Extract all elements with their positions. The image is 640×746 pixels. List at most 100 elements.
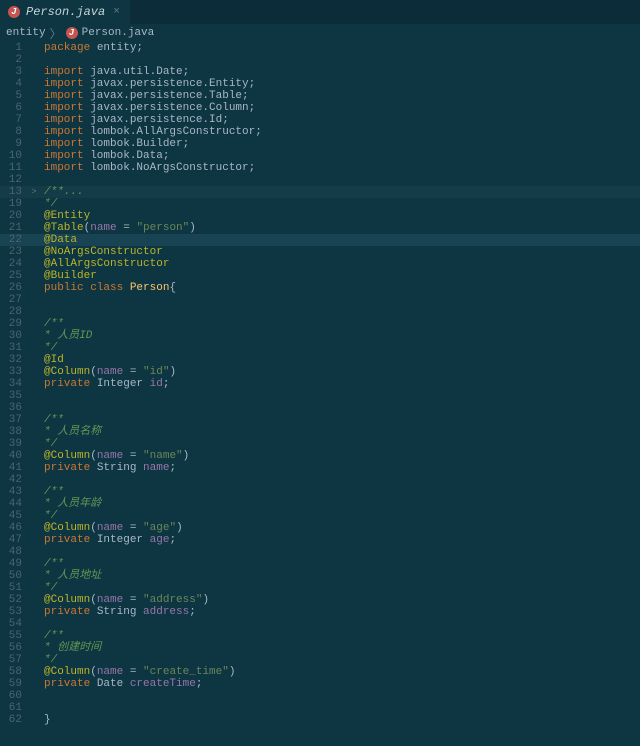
code-content[interactable]: /**: [40, 630, 640, 642]
code-content[interactable]: [40, 402, 640, 414]
code-line[interactable]: 56 * 创建时间: [0, 642, 640, 654]
code-line[interactable]: 25@Builder: [0, 270, 640, 282]
code-line[interactable]: 12: [0, 174, 640, 186]
code-content[interactable]: * 人员名称: [40, 426, 640, 438]
code-line[interactable]: 32 @Id: [0, 354, 640, 366]
code-line[interactable]: 33 @Column(name = "id"): [0, 366, 640, 378]
code-line[interactable]: 62}: [0, 714, 640, 726]
code-content[interactable]: [40, 546, 640, 558]
code-content[interactable]: * 人员ID: [40, 330, 640, 342]
code-line[interactable]: 49 /**: [0, 558, 640, 570]
code-content[interactable]: import lombok.Builder;: [40, 138, 640, 150]
code-content[interactable]: private Integer age;: [40, 534, 640, 546]
close-icon[interactable]: ×: [111, 6, 122, 18]
fold-expand-icon[interactable]: >: [28, 186, 40, 198]
code-line[interactable]: 23@NoArgsConstructor: [0, 246, 640, 258]
code-content[interactable]: */: [40, 438, 640, 450]
code-line[interactable]: 38 * 人员名称: [0, 426, 640, 438]
code-line[interactable]: 22@Data: [0, 234, 640, 246]
code-content[interactable]: @Entity: [40, 210, 640, 222]
code-content[interactable]: @AllArgsConstructor: [40, 258, 640, 270]
code-content[interactable]: */: [40, 198, 640, 210]
code-line[interactable]: 54: [0, 618, 640, 630]
code-line[interactable]: 47 private Integer age;: [0, 534, 640, 546]
code-line[interactable]: 48: [0, 546, 640, 558]
code-line[interactable]: 57 */: [0, 654, 640, 666]
code-line[interactable]: 20@Entity: [0, 210, 640, 222]
code-content[interactable]: /**...: [40, 186, 640, 198]
code-line[interactable]: 37 /**: [0, 414, 640, 426]
code-line[interactable]: 31 */: [0, 342, 640, 354]
code-content[interactable]: /**: [40, 558, 640, 570]
code-line[interactable]: 5import javax.persistence.Table;: [0, 90, 640, 102]
code-content[interactable]: @Table(name = "person"): [40, 222, 640, 234]
code-content[interactable]: @Column(name = "address"): [40, 594, 640, 606]
code-line[interactable]: 51 */: [0, 582, 640, 594]
code-content[interactable]: @Builder: [40, 270, 640, 282]
code-line[interactable]: 6import javax.persistence.Column;: [0, 102, 640, 114]
code-line[interactable]: 21@Table(name = "person"): [0, 222, 640, 234]
code-content[interactable]: @Column(name = "id"): [40, 366, 640, 378]
code-line[interactable]: 2: [0, 54, 640, 66]
code-line[interactable]: 40 @Column(name = "name"): [0, 450, 640, 462]
code-line[interactable]: 60: [0, 690, 640, 702]
code-content[interactable]: import javax.persistence.Id;: [40, 114, 640, 126]
code-content[interactable]: @Data: [40, 234, 640, 246]
code-line[interactable]: 29 /**: [0, 318, 640, 330]
code-line[interactable]: 46 @Column(name = "age"): [0, 522, 640, 534]
code-content[interactable]: * 人员地址: [40, 570, 640, 582]
code-line[interactable]: 4import javax.persistence.Entity;: [0, 78, 640, 90]
code-content[interactable]: */: [40, 654, 640, 666]
code-content[interactable]: [40, 294, 640, 306]
breadcrumb-entity[interactable]: entity: [6, 27, 46, 39]
code-content[interactable]: import lombok.Data;: [40, 150, 640, 162]
code-line[interactable]: 26public class Person{: [0, 282, 640, 294]
code-line[interactable]: 39 */: [0, 438, 640, 450]
code-line[interactable]: 9import lombok.Builder;: [0, 138, 640, 150]
code-line[interactable]: 43 /**: [0, 486, 640, 498]
code-content[interactable]: [40, 702, 640, 714]
code-line[interactable]: 34 private Integer id;: [0, 378, 640, 390]
code-line[interactable]: 59 private Date createTime;: [0, 678, 640, 690]
code-content[interactable]: }: [40, 714, 640, 726]
code-content[interactable]: [40, 618, 640, 630]
code-line[interactable]: 24@AllArgsConstructor: [0, 258, 640, 270]
code-line[interactable]: 58 @Column(name = "create_time"): [0, 666, 640, 678]
code-content[interactable]: */: [40, 510, 640, 522]
breadcrumb-file[interactable]: Person.java: [82, 27, 155, 39]
code-line[interactable]: 11import lombok.NoArgsConstructor;: [0, 162, 640, 174]
code-content[interactable]: private String address;: [40, 606, 640, 618]
code-content[interactable]: */: [40, 342, 640, 354]
code-content[interactable]: package entity;: [40, 42, 640, 54]
code-line[interactable]: 7import javax.persistence.Id;: [0, 114, 640, 126]
code-line[interactable]: 28: [0, 306, 640, 318]
code-content[interactable]: public class Person{: [40, 282, 640, 294]
code-content[interactable]: [40, 306, 640, 318]
code-line[interactable]: 10import lombok.Data;: [0, 150, 640, 162]
code-content[interactable]: * 创建时间: [40, 642, 640, 654]
code-line[interactable]: 55 /**: [0, 630, 640, 642]
code-line[interactable]: 53 private String address;: [0, 606, 640, 618]
code-content[interactable]: [40, 690, 640, 702]
code-line[interactable]: 45 */: [0, 510, 640, 522]
code-content[interactable]: @Column(name = "age"): [40, 522, 640, 534]
code-content[interactable]: import lombok.NoArgsConstructor;: [40, 162, 640, 174]
code-content[interactable]: private Date createTime;: [40, 678, 640, 690]
tab-person-java[interactable]: J Person.java ×: [0, 0, 130, 24]
code-line[interactable]: 30 * 人员ID: [0, 330, 640, 342]
code-content[interactable]: [40, 174, 640, 186]
code-line[interactable]: 41 private String name;: [0, 462, 640, 474]
code-line[interactable]: 13>/**...: [0, 186, 640, 198]
code-content[interactable]: import lombok.AllArgsConstructor;: [40, 126, 640, 138]
code-editor[interactable]: 1package entity;23import java.util.Date;…: [0, 42, 640, 746]
code-line[interactable]: 35: [0, 390, 640, 402]
code-content[interactable]: private Integer id;: [40, 378, 640, 390]
code-content[interactable]: /**: [40, 414, 640, 426]
code-line[interactable]: 3import java.util.Date;: [0, 66, 640, 78]
code-content[interactable]: @Column(name = "name"): [40, 450, 640, 462]
code-line[interactable]: 42: [0, 474, 640, 486]
code-content[interactable]: [40, 390, 640, 402]
code-line[interactable]: 36: [0, 402, 640, 414]
code-content[interactable]: [40, 474, 640, 486]
code-line[interactable]: 1package entity;: [0, 42, 640, 54]
